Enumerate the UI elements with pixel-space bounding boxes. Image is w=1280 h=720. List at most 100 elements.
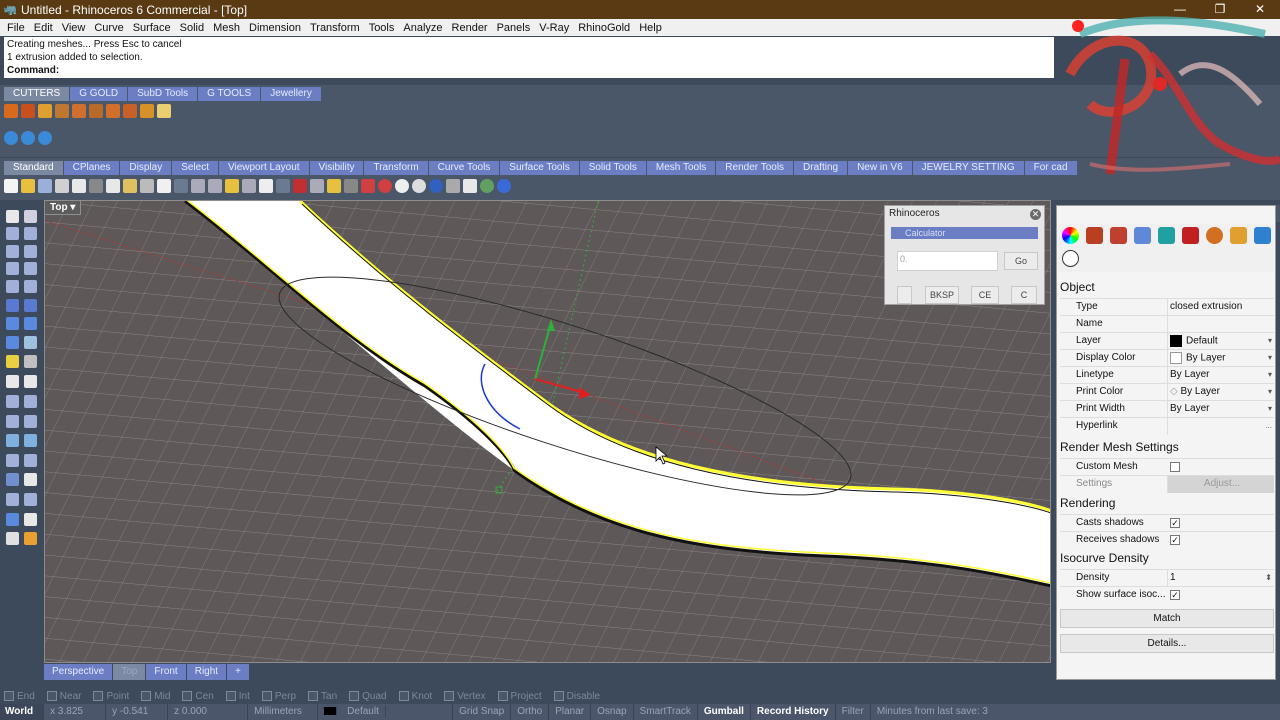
menu-surface[interactable]: Surface — [129, 22, 176, 34]
add-viewport-tab[interactable]: + — [227, 664, 249, 680]
chevron-down-icon[interactable]: ▾ — [1268, 353, 1272, 362]
checkbox-icon[interactable] — [46, 691, 57, 701]
osnap-point[interactable]: Point — [93, 691, 129, 702]
pipe-icon[interactable] — [24, 532, 37, 545]
calculator-input[interactable]: 0. — [897, 251, 998, 271]
curve-icon[interactable] — [24, 227, 37, 240]
curve-tab-icon[interactable] — [1062, 250, 1079, 267]
cutter-icon[interactable] — [123, 104, 137, 118]
subd-icon[interactable] — [38, 131, 52, 145]
check-icon[interactable] — [24, 513, 37, 526]
patch-icon[interactable] — [6, 532, 19, 545]
checkbox-icon[interactable] — [182, 691, 193, 701]
checkbox-icon[interactable] — [141, 691, 152, 701]
menu-edit[interactable]: Edit — [30, 22, 58, 34]
object-properties-icon[interactable] — [1062, 227, 1079, 244]
osnap-perp[interactable]: Perp — [261, 691, 296, 702]
hyperlink-browse-button[interactable]: ... — [1265, 421, 1272, 430]
cutter-icon[interactable] — [38, 104, 52, 118]
subd-icon[interactable] — [21, 131, 35, 145]
checkbox-icon[interactable] — [308, 691, 319, 701]
name-input[interactable] — [1167, 316, 1274, 333]
calculator-blank-button[interactable] — [897, 286, 912, 304]
filter-toggle[interactable]: Filter — [836, 704, 871, 720]
gumball-toggle[interactable]: Gumball — [698, 704, 751, 720]
cutter-icon[interactable] — [140, 104, 154, 118]
menu-mesh[interactable]: Mesh — [209, 22, 245, 34]
menu-vray[interactable]: V-Ray — [535, 22, 574, 34]
chevron-down-icon[interactable]: ▾ — [1268, 370, 1272, 379]
osnap-disable[interactable]: Disable — [553, 691, 600, 702]
print-width-select[interactable]: By Layer ▾ — [1167, 401, 1274, 418]
grid-snap-toggle[interactable]: Grid Snap — [453, 704, 512, 720]
cplane-icon[interactable] — [276, 179, 290, 193]
density-stepper[interactable]: 1 ⬍ — [1167, 570, 1274, 587]
menu-analyze[interactable]: Analyze — [399, 22, 447, 34]
osnap-tan[interactable]: Tan — [308, 691, 337, 702]
tab-visibility[interactable]: Visibility — [309, 161, 364, 175]
box-tab-icon[interactable] — [1182, 227, 1199, 244]
tab-mesh-tools[interactable]: Mesh Tools — [646, 161, 716, 175]
chevron-down-icon[interactable]: ▾ — [1268, 336, 1272, 345]
text-icon[interactable] — [6, 434, 19, 447]
chevron-down-icon[interactable]: ▾ — [1268, 404, 1272, 413]
join-icon[interactable] — [24, 395, 37, 408]
checkbox-icon[interactable] — [349, 691, 360, 701]
tab-right[interactable]: Right — [186, 664, 227, 680]
move-icon[interactable] — [24, 454, 37, 467]
menu-tools[interactable]: Tools — [365, 22, 400, 34]
tab-standard[interactable]: Standard — [4, 161, 63, 175]
menu-render[interactable]: Render — [448, 22, 493, 34]
tab-front[interactable]: Front — [146, 664, 186, 680]
calculator-go-button[interactable]: Go — [1004, 252, 1038, 270]
layer-icon[interactable] — [293, 179, 307, 193]
pan-icon[interactable] — [157, 179, 171, 193]
menu-view[interactable]: View — [58, 22, 91, 34]
solid-icon[interactable] — [6, 317, 19, 330]
units-indicator[interactable]: Millimeters — [248, 704, 319, 720]
circle-icon[interactable] — [6, 245, 19, 258]
tab-curve-tools[interactable]: Curve Tools — [428, 161, 500, 175]
tab-cutters[interactable]: CUTTERS — [4, 87, 70, 101]
import-icon[interactable] — [72, 179, 86, 193]
details-button[interactable]: Details... — [1060, 634, 1274, 653]
sphere-tab-icon[interactable] — [1206, 227, 1223, 244]
record-history-toggle[interactable]: Record History — [751, 704, 836, 720]
analyze-icon[interactable] — [6, 513, 19, 526]
cylinder-tab-icon[interactable] — [1254, 227, 1271, 244]
freeform-icon[interactable] — [24, 280, 37, 293]
lock-icon[interactable] — [344, 179, 358, 193]
mirror-icon[interactable] — [24, 493, 37, 506]
checkbox-icon[interactable] — [398, 691, 409, 701]
rendered-icon[interactable] — [412, 179, 426, 193]
rectangle-icon[interactable] — [6, 262, 19, 275]
subd-icon[interactable] — [4, 131, 18, 145]
dimension-icon[interactable] — [24, 434, 37, 447]
properties-icon[interactable] — [361, 179, 375, 193]
cplane-indicator[interactable]: World — [0, 704, 45, 720]
checkbox-icon[interactable] — [225, 691, 236, 701]
viewport-title[interactable]: Top ▾ — [44, 200, 82, 215]
line-icon[interactable] — [6, 375, 19, 388]
display-color-select[interactable]: By Layer ▾ — [1167, 350, 1274, 367]
options-icon[interactable] — [463, 179, 477, 193]
tab-select[interactable]: Select — [172, 161, 218, 175]
help-icon[interactable] — [480, 179, 494, 193]
polygon-icon[interactable] — [24, 262, 37, 275]
split-icon[interactable] — [24, 375, 37, 388]
menu-file[interactable]: File — [3, 22, 30, 34]
command-prompt[interactable]: Command: — [7, 64, 1051, 77]
cutter-icon[interactable] — [21, 104, 35, 118]
calculator-bksp-button[interactable]: BKSP — [925, 286, 959, 304]
adjust-button[interactable]: Adjust... — [1167, 476, 1274, 493]
menu-transform[interactable]: Transform — [306, 22, 365, 34]
calculator-titlebar[interactable]: Rhinoceros ✕ — [885, 206, 1044, 223]
match-button[interactable]: Match — [1060, 609, 1274, 628]
rotate-view-icon[interactable] — [174, 179, 188, 193]
custom-mesh-checkbox[interactable] — [1170, 462, 1180, 472]
planar-toggle[interactable]: Planar — [549, 704, 592, 720]
ellipse-icon[interactable] — [6, 280, 19, 293]
zoom-extents-icon[interactable] — [225, 179, 239, 193]
tab-solid-tools[interactable]: Solid Tools — [579, 161, 646, 175]
print-color-select[interactable]: ◇ By Layer ▾ — [1167, 384, 1274, 401]
